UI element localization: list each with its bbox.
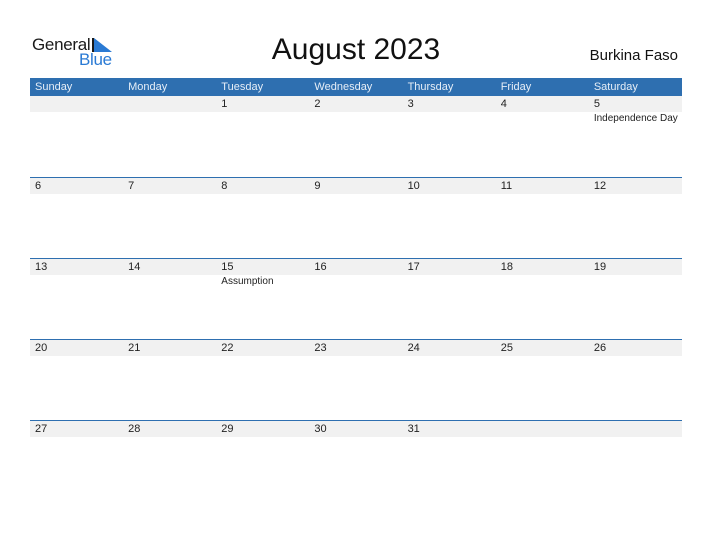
day-number — [123, 96, 216, 112]
day-number: 23 — [314, 342, 327, 354]
calendar-grid: Sunday Monday Tuesday Wednesday Thursday… — [30, 78, 682, 501]
holiday-label — [589, 275, 682, 287]
weekday-wednesday: Wednesday — [314, 81, 373, 93]
week-row: 1 2 3 4 5 Independence Day — [30, 96, 682, 177]
events-row — [30, 437, 682, 438]
holiday-label — [30, 356, 123, 357]
weekday-monday: Monday — [128, 81, 168, 93]
holiday-label — [30, 437, 123, 438]
holiday-label — [496, 275, 589, 287]
holiday-label — [216, 194, 309, 195]
day-number: 5 — [593, 98, 600, 110]
day-number: 21 — [128, 342, 141, 354]
weeks-container: 1 2 3 4 5 Independence Day 6 7 8 9 10 11 12 13 14 15 16 1… — [30, 96, 682, 501]
holiday-label — [216, 112, 309, 124]
week-row: 6 7 8 9 10 11 12 — [30, 177, 682, 258]
day-number: 20 — [35, 342, 48, 354]
holiday-label: Assumption — [221, 276, 274, 287]
holiday-label — [403, 437, 496, 438]
day-number: 4 — [500, 98, 507, 110]
holiday-label — [123, 112, 216, 124]
day-number: 28 — [128, 423, 141, 435]
weekday-saturday: Saturday — [593, 81, 638, 93]
day-number: 14 — [128, 261, 141, 273]
week-row: 13 14 15 16 17 18 19 Assumption — [30, 258, 682, 339]
day-number — [30, 96, 123, 112]
day-number: 10 — [407, 180, 420, 192]
holiday-label — [403, 194, 496, 195]
day-number: 18 — [500, 261, 513, 273]
holiday-label — [123, 275, 216, 287]
day-number: 16 — [314, 261, 327, 273]
holiday-label — [403, 112, 496, 124]
day-number: 13 — [35, 261, 48, 273]
events-row: Independence Day — [30, 112, 682, 124]
holiday-label — [216, 437, 309, 438]
holiday-label — [309, 275, 402, 287]
holiday-label — [216, 356, 309, 357]
day-number: 17 — [407, 261, 420, 273]
holiday-label: Independence Day — [593, 113, 678, 124]
holiday-label — [309, 112, 402, 124]
date-strip: 27 28 29 30 31 — [30, 421, 682, 437]
day-number: 2 — [314, 98, 321, 110]
weekday-header: Sunday Monday Tuesday Wednesday Thursday… — [30, 78, 682, 96]
day-number: 22 — [221, 342, 234, 354]
holiday-label — [309, 194, 402, 195]
holiday-label — [496, 194, 589, 195]
weekday-sunday: Sunday — [35, 81, 73, 93]
holiday-label — [309, 437, 402, 438]
events-row — [30, 194, 682, 195]
day-number: 31 — [407, 423, 420, 435]
day-number: 11 — [500, 180, 513, 192]
day-number: 3 — [407, 98, 414, 110]
holiday-label — [496, 437, 589, 438]
day-number: 6 — [35, 180, 42, 192]
holiday-label — [403, 275, 496, 287]
date-strip: 20 21 22 23 24 25 26 — [30, 340, 682, 356]
day-number: 7 — [128, 180, 135, 192]
weekday-thursday: Thursday — [407, 81, 454, 93]
day-number: 29 — [221, 423, 234, 435]
day-number: 9 — [314, 180, 321, 192]
holiday-label — [496, 112, 589, 124]
day-number: 26 — [593, 342, 607, 354]
holiday-label — [123, 194, 216, 195]
holiday-label — [589, 194, 682, 195]
day-number: 30 — [314, 423, 327, 435]
day-number: 8 — [221, 180, 228, 192]
date-strip: 6 7 8 9 10 11 12 — [30, 178, 682, 194]
holiday-label — [496, 356, 589, 357]
holiday-label — [589, 356, 682, 357]
day-number: 19 — [593, 261, 607, 273]
holiday-label — [123, 356, 216, 357]
holiday-label — [403, 356, 496, 357]
day-number: 27 — [35, 423, 48, 435]
week-row: 20 21 22 23 24 25 26 — [30, 339, 682, 420]
events-row — [30, 356, 682, 357]
holiday-label — [30, 194, 123, 195]
date-strip: 1 2 3 4 5 — [30, 96, 682, 112]
weekday-tuesday: Tuesday — [221, 81, 264, 93]
week-row: 27 28 29 30 31 — [30, 420, 682, 501]
date-strip: 13 14 15 16 17 18 19 — [30, 259, 682, 275]
day-number: 15 — [221, 261, 234, 273]
day-number: 1 — [221, 98, 228, 110]
holiday-label — [123, 437, 216, 438]
day-number: 12 — [593, 180, 607, 192]
country-name: Burkina Faso — [589, 47, 678, 64]
day-number — [589, 421, 682, 437]
events-row: Assumption — [30, 275, 682, 287]
day-number: 25 — [500, 342, 513, 354]
day-number — [496, 421, 589, 437]
holiday-label — [309, 356, 402, 357]
holiday-label — [589, 437, 682, 438]
weekday-friday: Friday — [500, 81, 532, 93]
holiday-label — [30, 112, 123, 124]
holiday-label — [30, 275, 123, 287]
day-number: 24 — [407, 342, 420, 354]
